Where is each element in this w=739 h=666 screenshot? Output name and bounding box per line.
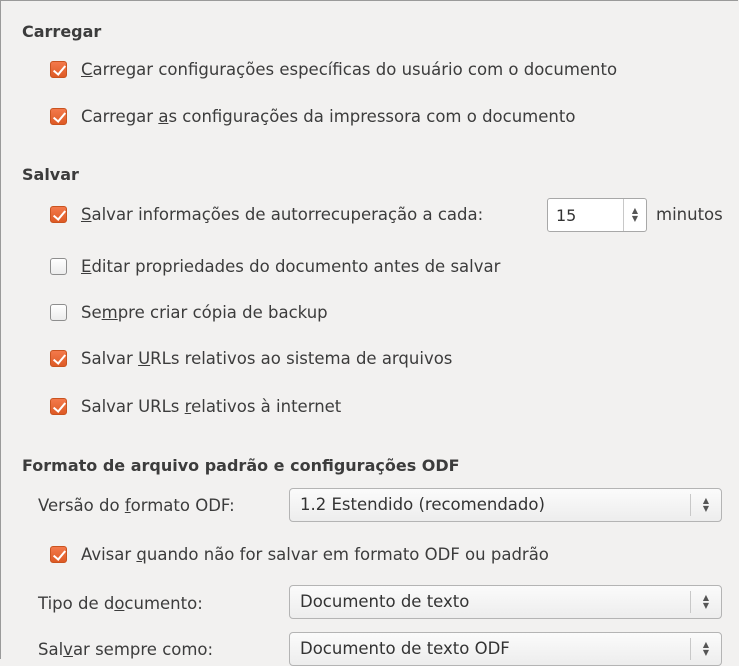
doctype-value: Documento de texto: [300, 592, 470, 611]
autorecovery-option[interactable]: Salvar informações de autorrecuperação a…: [50, 205, 483, 224]
odf-version-combobox[interactable]: 1.2 Estendido (recomendado) ▲ ▼: [289, 488, 722, 522]
load-printer-settings-option[interactable]: Carregar as configurações da impressora …: [50, 107, 575, 126]
backup-label: Sempre criar cópia de backup: [81, 303, 328, 322]
odf-version-label: Versão do formato ODF:: [38, 496, 235, 515]
combo-arrows-icon: ▲ ▼: [690, 494, 721, 516]
autorecovery-checkbox[interactable]: [50, 206, 67, 223]
load-user-settings-option[interactable]: Carregar configurações específicas do us…: [50, 60, 617, 79]
edit-properties-option[interactable]: Editar propriedades do documento antes d…: [50, 257, 500, 276]
section-title-load: Carregar: [22, 22, 102, 41]
combo-arrows-icon: ▲ ▼: [690, 638, 721, 660]
autorecovery-minutes-value: 15: [556, 206, 577, 225]
doctype-label: Tipo de documento:: [38, 594, 203, 613]
warn-non-odf-checkbox[interactable]: [50, 546, 67, 563]
load-printer-settings-checkbox[interactable]: [50, 108, 67, 125]
relative-internet-option[interactable]: Salvar URLs relativos à internet: [50, 397, 341, 416]
load-user-settings-checkbox[interactable]: [50, 61, 67, 78]
edit-properties-label: Editar propriedades do documento antes d…: [81, 257, 501, 276]
odf-version-value: 1.2 Estendido (recomendado): [300, 495, 545, 514]
backup-checkbox[interactable]: [50, 304, 67, 321]
warn-non-odf-label: Avisar quando não for salvar em formato …: [81, 545, 549, 564]
load-user-settings-label: Carregar configurações específicas do us…: [81, 60, 618, 79]
save-as-combobox[interactable]: Documento de texto ODF ▲ ▼: [289, 632, 722, 666]
section-title-odf: Formato de arquivo padrão e configuraçõe…: [22, 456, 460, 475]
load-printer-settings-label: Carregar as configurações da impressora …: [81, 107, 576, 126]
autorecovery-unit-label: minutos: [656, 205, 723, 224]
backup-option[interactable]: Sempre criar cópia de backup: [50, 303, 328, 322]
relative-fs-label: Salvar URLs relativos ao sistema de arqu…: [81, 349, 453, 368]
warn-non-odf-option[interactable]: Avisar quando não for salvar em formato …: [50, 545, 549, 564]
relative-internet-checkbox[interactable]: [50, 398, 67, 415]
autorecovery-label: Salvar informações de autorrecuperação a…: [81, 205, 484, 224]
relative-fs-checkbox[interactable]: [50, 350, 67, 367]
section-title-save: Salvar: [22, 165, 79, 184]
relative-internet-label: Salvar URLs relativos à internet: [81, 397, 342, 416]
combo-arrows-icon: ▲ ▼: [690, 591, 721, 613]
save-as-value: Documento de texto ODF: [300, 639, 510, 658]
autorecovery-minutes-spinbox[interactable]: 15 ▲ ▼: [547, 198, 647, 232]
edit-properties-checkbox[interactable]: [50, 258, 67, 275]
doctype-combobox[interactable]: Documento de texto ▲ ▼: [289, 585, 722, 619]
save-as-label: Salvar sempre como:: [38, 640, 214, 659]
relative-fs-option[interactable]: Salvar URLs relativos ao sistema de arqu…: [50, 349, 452, 368]
spin-arrows-icon[interactable]: ▲ ▼: [623, 199, 646, 231]
